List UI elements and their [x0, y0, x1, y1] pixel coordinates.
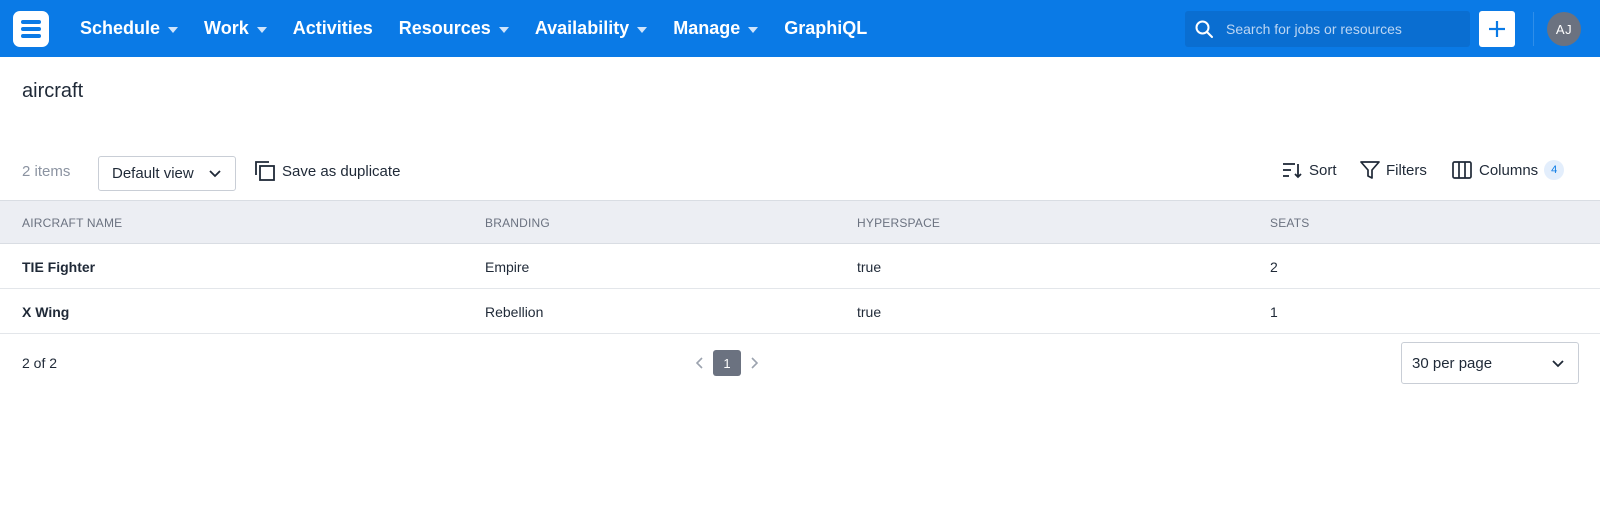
plus-icon: [1489, 21, 1505, 37]
table-header: AIRCRAFT NAME BRANDING HYPERSPACE SEATS: [0, 200, 1600, 244]
nav-item-label: Resources: [398, 18, 491, 38]
per-page-value: 30 per page: [1412, 354, 1493, 372]
add-button[interactable]: [1479, 11, 1515, 47]
chevron-down-icon: [748, 26, 759, 33]
chevron-down-icon: [1552, 360, 1564, 368]
nav-item-graphiql[interactable]: GraphiQL: [784, 18, 867, 39]
column-header-seats[interactable]: SEATS: [1270, 216, 1309, 230]
sort-button[interactable]: Sort: [1281, 160, 1337, 180]
filter-icon: [1360, 161, 1380, 179]
nav-item-availability[interactable]: Availability: [534, 18, 648, 39]
cell-seats: 1: [1270, 304, 1278, 320]
chevron-down-icon: [637, 26, 648, 33]
chevron-down-icon: [256, 26, 267, 33]
column-header-aircraft-name[interactable]: AIRCRAFT NAME: [22, 216, 122, 230]
nav-divider: [1533, 12, 1534, 46]
columns-button[interactable]: Columns 4: [1451, 160, 1565, 180]
cell-seats: 2: [1270, 259, 1278, 275]
nav-item-work[interactable]: Work: [204, 18, 267, 39]
chevron-right-icon[interactable]: [750, 357, 758, 369]
cell-branding: Empire: [485, 259, 530, 275]
chevron-down-icon: [498, 26, 509, 33]
nav-item-label: Work: [204, 18, 249, 38]
save-as-duplicate-label: Save as duplicate: [282, 162, 401, 180]
page-number-button[interactable]: 1: [713, 350, 741, 376]
search-box: [1185, 11, 1470, 47]
nav-item-schedule[interactable]: Schedule: [80, 18, 179, 39]
aircraft-table: AIRCRAFT NAME BRANDING HYPERSPACE SEATS …: [0, 200, 1600, 334]
columns-icon: [1452, 161, 1472, 179]
app-logo-icon[interactable]: [13, 11, 49, 47]
nav-item-resources[interactable]: Resources: [399, 18, 509, 39]
cell-hyperspace: true: [857, 259, 882, 275]
chevron-down-icon: [209, 170, 221, 178]
filters-button[interactable]: Filters: [1360, 160, 1427, 180]
cell-hyperspace: true: [857, 304, 882, 320]
nav-item-label: Schedule: [80, 18, 161, 38]
pagination-range: 2 of 2: [22, 355, 58, 371]
search-input[interactable]: [1226, 21, 1456, 37]
nav-item-label: Availability: [534, 18, 630, 38]
columns-count-badge: 4: [1544, 160, 1565, 180]
nav-item-manage[interactable]: Manage: [673, 18, 759, 39]
main-nav: Schedule Work Activities Resources Avail…: [80, 0, 893, 57]
column-header-hyperspace[interactable]: HYPERSPACE: [857, 216, 940, 230]
duplicate-icon: [255, 161, 275, 181]
user-avatar[interactable]: AJ: [1547, 12, 1581, 46]
cell-branding: Rebellion: [485, 304, 544, 320]
sort-icon: [1283, 163, 1302, 179]
cell-aircraft-name[interactable]: TIE Fighter: [22, 259, 95, 275]
cell-aircraft-name[interactable]: X Wing: [22, 304, 69, 320]
chevron-left-icon[interactable]: [696, 357, 704, 369]
item-count: 2 items: [22, 163, 71, 180]
view-select-value: Default view: [112, 165, 194, 182]
page-title: aircraft: [22, 80, 84, 102]
top-navigation-bar: Schedule Work Activities Resources Avail…: [0, 0, 1600, 57]
view-select[interactable]: Default view: [98, 156, 236, 191]
sort-label: Sort: [1309, 161, 1337, 179]
table-row[interactable]: X Wing Rebellion true 1: [0, 289, 1600, 334]
nav-item-activities[interactable]: Activities: [293, 18, 373, 39]
table-row[interactable]: TIE Fighter Empire true 2: [0, 244, 1600, 289]
chevron-down-icon: [168, 26, 179, 33]
nav-item-label: Activities: [292, 18, 373, 38]
nav-item-label: GraphiQL: [784, 18, 868, 38]
nav-item-label: Manage: [673, 18, 741, 38]
pagination: 1: [696, 350, 758, 376]
per-page-select[interactable]: 30 per page: [1401, 342, 1579, 384]
save-as-duplicate-button[interactable]: Save as duplicate: [254, 160, 400, 182]
search-icon: [1195, 20, 1213, 38]
column-header-branding[interactable]: BRANDING: [485, 216, 550, 230]
columns-label: Columns: [1479, 161, 1539, 179]
filters-label: Filters: [1386, 161, 1427, 179]
